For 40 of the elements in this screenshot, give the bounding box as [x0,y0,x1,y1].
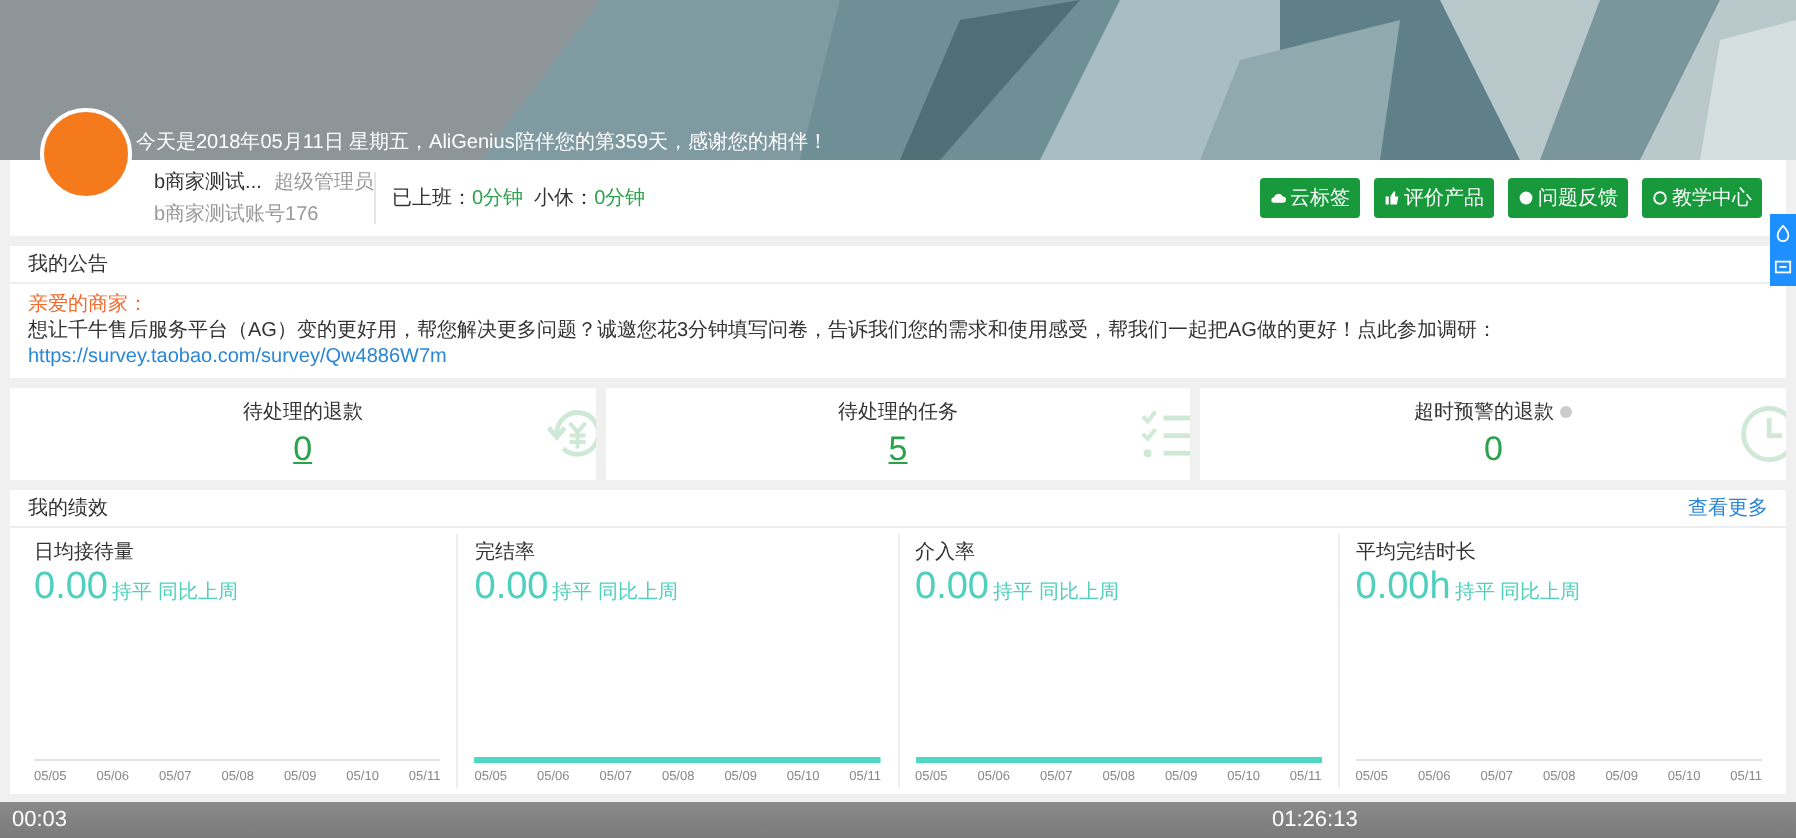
stat-label: 待处理的退款 [242,399,363,426]
metric-value: 0.00h [1355,566,1451,610]
trend-text: 持平 同比上周 [1454,579,1581,606]
section-title: 我的公告 [28,251,108,278]
action-button[interactable]: 云标签 [1260,178,1360,218]
trend-text: 持平 同比上周 [992,579,1119,606]
trend-text: 持平 同比上周 [111,579,238,606]
user-name: b商家测试... [154,169,262,196]
notice-text: 想让千牛售后服务平台（AG）变的更好用，帮您解决更多问题？诚邀您花3分钟填写问卷，告诉我们您的需求和使用感受，帮我们一起把AG做的更好！点此参加调研： https://survey.taobao.com/survey/Qw4886W7m [28,318,1499,370]
trend-text: 持平 同比上周 [552,579,679,606]
stat-value: 0 [1483,430,1503,470]
elapsed-time: 00:03 [12,808,68,832]
action-button[interactable]: 问题反馈 [1508,178,1628,218]
action-button[interactable]: 评价产品 [1374,178,1494,218]
metric-value: 0.00 [474,566,549,610]
stat-label: 待处理的任务 [838,399,958,426]
metric-value: 0.00 [34,566,108,610]
metric-label: 平均完结时长 [1355,539,1478,566]
stat-link[interactable]: 0 [293,430,313,470]
total-time: 01:26:13 [1272,808,1358,832]
metric-label: 日均接待量 [34,539,136,566]
dot-icon [1518,190,1534,206]
circle-icon [1652,190,1668,206]
cloud-icon [1270,190,1286,206]
metric-label: 完结率 [474,539,537,566]
section-title: 我的绩效 [28,495,108,522]
metric-value: 0.00 [915,566,989,610]
greeting-text: 今天是2018年05月11日 星期五，AliGenius陪伴您的第359天，感谢您的相伴！ [136,129,829,156]
chat-icon[interactable] [1774,258,1792,276]
view-more-link[interactable]: 查看更多 [1688,494,1768,522]
stat-link[interactable]: 5 [888,430,908,470]
survey-link[interactable]: https://survey.taobao.com/survey/Qw4886W7m [28,346,447,368]
work-status: 已上班：0分钟 小休：0分钟 [392,185,646,212]
salutation-text: 亲爱的商家： [28,291,150,318]
account-name: b商家测试账号176 [154,201,321,228]
thumbs-up-icon [1384,190,1400,206]
metric-label: 介入率 [915,539,977,566]
user-role: 超级管理员 [273,169,374,196]
action-button[interactable]: 教学中心 [1642,178,1762,218]
stat-label: 超时预警的退款 [1414,399,1555,426]
